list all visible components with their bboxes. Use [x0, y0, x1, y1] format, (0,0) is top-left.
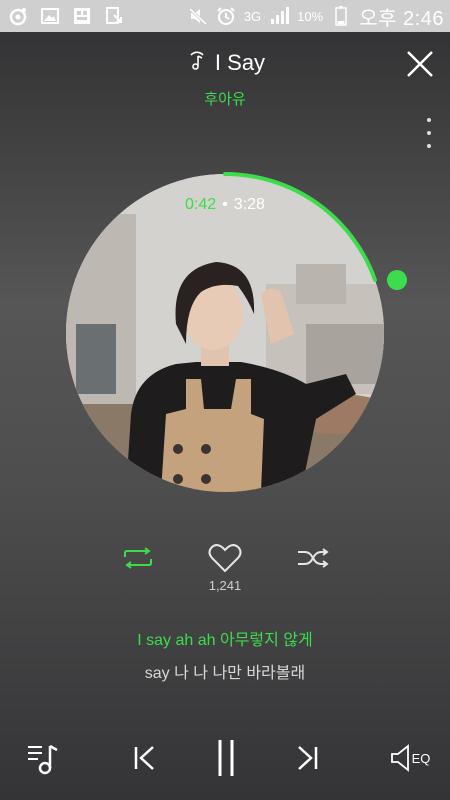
shuffle-icon: [298, 548, 329, 568]
now-playing-header: I Say: [0, 46, 450, 80]
like-count: 1,241: [208, 578, 242, 593]
artist-name[interactable]: 후아유: [0, 88, 450, 109]
status-left-icons: [8, 6, 124, 26]
total-time: 3:28: [233, 196, 265, 213]
close-button[interactable]: [404, 48, 436, 80]
more-dot: [427, 131, 431, 135]
next-button[interactable]: [288, 730, 328, 786]
playback-time: 0:42 • 3:28: [0, 196, 450, 214]
speaker-icon: [390, 744, 409, 772]
progress-knob[interactable]: [387, 270, 407, 290]
bottom-playback-bar: EQ: [0, 730, 450, 790]
more-dot: [427, 144, 431, 148]
playlist-button[interactable]: [22, 730, 66, 786]
music-note-icon: [185, 49, 209, 78]
progress-ring[interactable]: [58, 166, 392, 500]
image-notification-icon: [40, 6, 60, 26]
shuffle-button[interactable]: [293, 540, 333, 576]
lyric-next-line[interactable]: say 나 나 나만 바라볼래: [0, 659, 450, 683]
lyric-current-line[interactable]: I say ah ah 아무렇지 않게: [0, 626, 450, 650]
album-art-container[interactable]: [58, 166, 392, 500]
previous-button[interactable]: [124, 730, 164, 786]
alarm-icon: [216, 6, 236, 26]
repeat-button[interactable]: [118, 540, 158, 576]
signal-icon: [269, 6, 290, 26]
repeat-icon: [124, 547, 152, 569]
mute-icon: [188, 6, 208, 26]
battery-percent: 10%: [297, 8, 324, 24]
heart-icon: [208, 544, 242, 573]
status-bar: 3G 10% 오후 2:46: [0, 0, 450, 32]
title-row: I Say: [0, 46, 450, 80]
progress-arc: [223, 172, 377, 282]
more-dot: [427, 118, 431, 122]
playlist-icon: [28, 744, 58, 775]
eq-label: EQ: [411, 750, 431, 766]
download-notification-icon: [104, 6, 124, 26]
status-time: 오후 2:46: [359, 7, 444, 30]
network-type: 3G: [243, 8, 262, 24]
next-icon: [298, 746, 318, 770]
close-icon: [407, 51, 433, 77]
time-separator: •: [222, 196, 228, 213]
app-badge-icon: [72, 6, 92, 26]
pause-icon: [218, 740, 234, 776]
more-options-button[interactable]: [422, 118, 436, 148]
battery-icon: [331, 6, 351, 26]
song-title: I Say: [214, 50, 266, 75]
like-button[interactable]: [205, 540, 245, 576]
status-right-icons: 3G 10% 오후 2:46: [188, 4, 444, 30]
current-time: 0:42: [185, 196, 217, 213]
previous-icon: [134, 746, 154, 770]
equalizer-button[interactable]: EQ: [386, 730, 434, 786]
pause-button[interactable]: [206, 730, 246, 786]
app-notification-icon: [8, 6, 28, 26]
